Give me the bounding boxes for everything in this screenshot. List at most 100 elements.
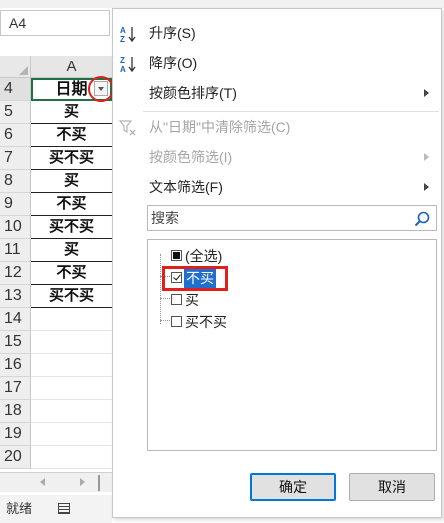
cancel-button[interactable]: 取消 (349, 473, 435, 501)
checkbox-unchecked[interactable] (171, 294, 182, 305)
cell[interactable]: 不买 (31, 193, 112, 216)
filter-item-label: 买不买 (185, 314, 227, 330)
sheet-row: 9 不买 (0, 193, 112, 216)
sort-ascending-label: 升序(S) (149, 25, 196, 41)
filter-item-select-all[interactable]: (全选) (148, 246, 348, 266)
clear-filter-icon (118, 118, 137, 136)
clear-filter-label: 从"日期"中清除筛选(C) (149, 119, 291, 135)
checkbox-unchecked[interactable] (171, 316, 182, 327)
sheet-row: 7 买不买 (0, 147, 112, 170)
row-number[interactable]: 14 (0, 308, 31, 331)
text-filter-item[interactable]: 文本筛选(F) (113, 173, 441, 201)
status-text: 就绪 (6, 501, 33, 516)
filter-by-color-label: 按颜色筛选(I) (149, 149, 233, 165)
row-number[interactable]: 16 (0, 354, 31, 377)
scroll-right-icon[interactable] (80, 478, 85, 486)
sheet-row: 20 (0, 446, 112, 469)
sheet-row: 15 (0, 331, 112, 354)
sheet-row: 5买 (0, 101, 112, 124)
sheet-row: 8买 (0, 170, 112, 193)
row-number[interactable]: 19 (0, 423, 31, 446)
ok-button[interactable]: 确定 (250, 473, 336, 501)
row-number[interactable]: 10 (0, 216, 31, 239)
formula-bar-strip (0, 0, 444, 8)
sheet-row: 11 买 (0, 239, 112, 262)
row-number[interactable]: 6 (0, 124, 31, 147)
text-filter-label: 文本筛选(F) (149, 179, 223, 195)
column-header-a[interactable]: A (31, 56, 112, 78)
cell[interactable]: 买不买 (31, 216, 112, 239)
cell[interactable]: 买 (31, 239, 112, 262)
submenu-arrow-icon (424, 89, 429, 97)
checkbox-partial[interactable] (171, 250, 182, 261)
cell[interactable] (31, 400, 112, 423)
filter-item-maibumai[interactable]: 买不买 (148, 312, 348, 332)
menu-separator (143, 111, 439, 112)
sort-by-color-label: 按颜色排序(T) (149, 85, 237, 101)
page-layout-icon[interactable] (58, 503, 70, 514)
sort-descending-item[interactable]: Z A 降序(O) (113, 49, 441, 77)
row-number[interactable]: 15 (0, 331, 31, 354)
sheet-row: 18 (0, 400, 112, 423)
selection-annotation (162, 266, 228, 291)
row-number[interactable]: 13 (0, 285, 31, 308)
select-all-corner[interactable] (0, 56, 31, 78)
search-placeholder: 搜索 (151, 210, 179, 226)
sheet-row: 14 (0, 308, 112, 331)
cell[interactable] (31, 354, 112, 377)
cell[interactable]: 买不买 (31, 147, 112, 170)
cell[interactable]: 买 (31, 101, 112, 124)
cell[interactable] (31, 331, 112, 354)
row-number[interactable]: 18 (0, 400, 31, 423)
search-input[interactable]: 搜索 (147, 205, 437, 231)
row-number[interactable]: 9 (0, 193, 31, 216)
svg-text:A: A (120, 26, 126, 35)
sort-by-color-item[interactable]: 按颜色排序(T) (113, 79, 441, 107)
svg-text:Z: Z (120, 56, 125, 65)
row-number[interactable]: 7 (0, 147, 31, 170)
cell[interactable]: 不买 (31, 124, 112, 147)
svg-text:A: A (120, 65, 126, 73)
cell[interactable]: 买不买 (31, 285, 112, 308)
sort-ascending-item[interactable]: A Z 升序(S) (113, 19, 441, 47)
cell[interactable] (31, 377, 112, 400)
filter-item-mai[interactable]: 买 (148, 290, 348, 310)
sort-ascending-icon: A Z (119, 24, 137, 44)
filter-values-list[interactable]: (全选) 不买 买 买不买 (147, 239, 437, 451)
cell[interactable]: 不买 (31, 262, 112, 285)
scroll-left-icon[interactable] (40, 478, 45, 486)
horizontal-scrollbar[interactable] (0, 472, 112, 492)
sheet-row: 19 (0, 423, 112, 446)
row-number[interactable]: 20 (0, 446, 31, 469)
sheet-row: 17 (0, 377, 112, 400)
row-number[interactable]: 11 (0, 239, 31, 262)
sort-descending-label: 降序(O) (149, 55, 198, 71)
filter-item-label: 买 (185, 292, 199, 308)
sheet-row: 6 不买 (0, 124, 112, 147)
row-number[interactable]: 5 (0, 101, 31, 124)
name-box[interactable]: A4 (0, 10, 110, 36)
submenu-arrow-icon (424, 153, 429, 161)
filter-by-color-item: 按颜色筛选(I) (113, 143, 441, 171)
row-number[interactable]: 4 (0, 78, 31, 101)
row-number[interactable]: 12 (0, 262, 31, 285)
sheet-row: 13 买不买 (0, 285, 112, 308)
spreadsheet-grid: A 4 日期 5 买 6 不买 7 买不买 8 买 9 不买 10 买不买 11 买 12 不买 13 买不买 14 15… (0, 40, 112, 470)
cell[interactable]: 买 (31, 170, 112, 193)
clear-filter-item: 从"日期"中清除筛选(C) (113, 113, 441, 141)
sheet-row: 10 买不买 (0, 216, 112, 239)
svg-text:Z: Z (120, 35, 125, 43)
scroll-thumb[interactable] (98, 475, 100, 491)
cell[interactable] (31, 308, 112, 331)
cell[interactable] (31, 446, 112, 469)
sheet-row: 12 不买 (0, 262, 112, 285)
search-icon[interactable] (414, 210, 430, 227)
row-number[interactable]: 8 (0, 170, 31, 193)
filter-item-label: (全选) (185, 248, 223, 264)
autofilter-menu: A Z 升序(S) Z A 降序(O) 按颜色排序(T) 从"日期"中清除筛选(… (112, 8, 442, 518)
sort-descending-icon: Z A (119, 54, 137, 74)
row-number[interactable]: 17 (0, 377, 31, 400)
cell[interactable] (31, 423, 112, 446)
filter-button-annotation (88, 76, 114, 102)
status-bar: 就绪 (0, 495, 112, 523)
